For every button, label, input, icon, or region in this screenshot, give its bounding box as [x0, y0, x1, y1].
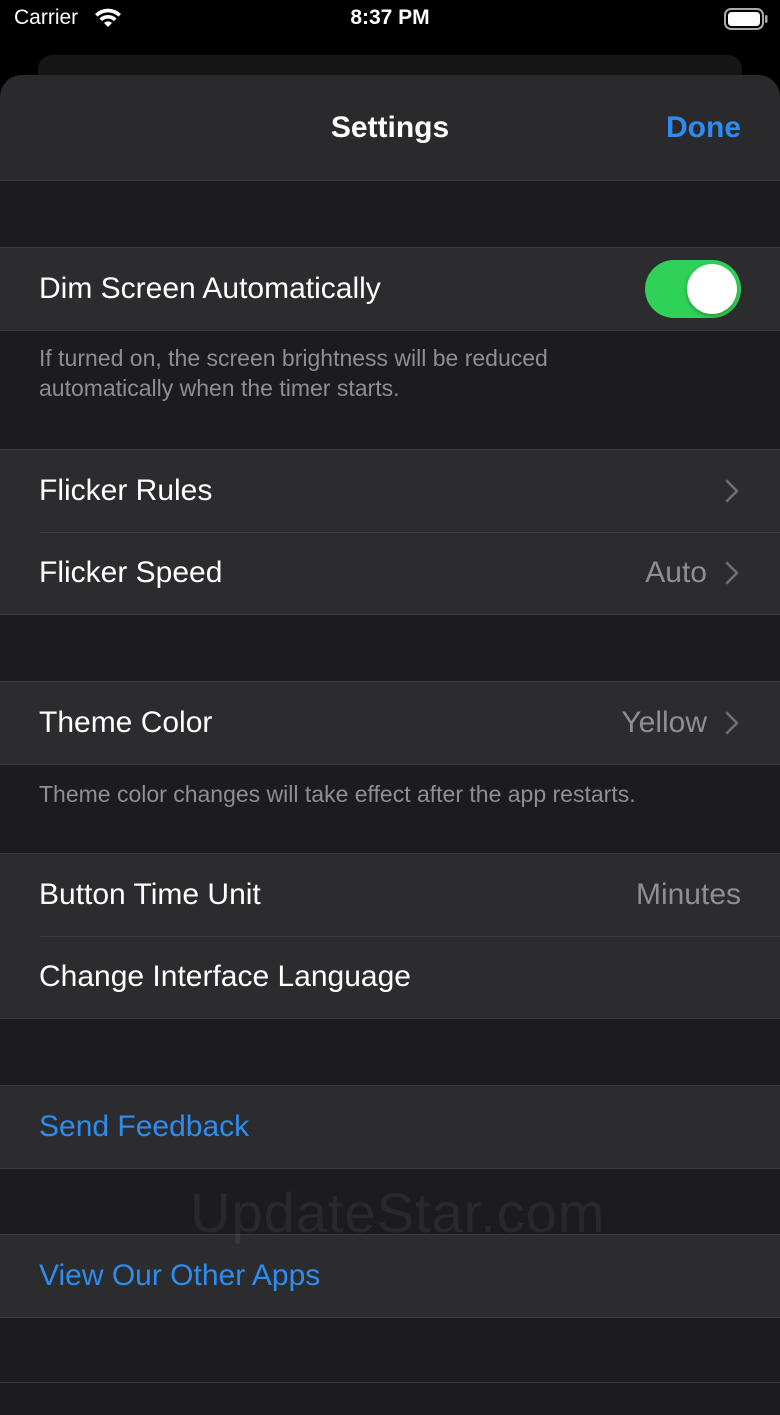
general-group: Button Time Unit Minutes Change Interfac… [0, 853, 780, 1019]
theme-color-row[interactable]: Theme Color Yellow [0, 682, 780, 764]
navigation-bar: Settings Done [0, 75, 780, 181]
chevron-right-icon [725, 711, 739, 735]
theme-footer: Theme color changes will take effect aft… [39, 781, 636, 807]
button-time-unit-value: Minutes [635, 878, 741, 911]
theme-color-label: Theme Color [39, 706, 213, 739]
send-feedback-row[interactable]: Send Feedback [0, 1086, 780, 1168]
dim-screen-footer: If turned on, the screen brightness will… [39, 343, 739, 403]
done-button[interactable]: Done [666, 111, 741, 145]
dim-screen-footer-line-1: If turned on, the screen brightness will… [39, 345, 548, 371]
flicker-speed-label: Flicker Speed [39, 556, 223, 589]
chevron-right-icon [725, 479, 739, 503]
button-time-unit-row[interactable]: Button Time Unit Minutes [0, 854, 780, 936]
other-apps-group: View Our Other Apps [0, 1234, 780, 1318]
battery-icon [724, 8, 768, 30]
dim-screen-footer-line-2: automatically when the timer starts. [39, 375, 400, 401]
other-apps-row[interactable]: View Our Other Apps [0, 1235, 780, 1317]
flicker-group: Flicker Rules Flicker Speed Auto [0, 449, 780, 615]
change-language-row[interactable]: Change Interface Language [0, 936, 780, 1018]
theme-color-value: Yellow [621, 706, 707, 739]
watermark: UpdateStar.com [190, 1181, 606, 1244]
status-time: 8:37 PM [350, 6, 430, 29]
dim-screen-label: Dim Screen Automatically [39, 272, 381, 305]
chevron-right-icon [725, 561, 739, 585]
change-language-label: Change Interface Language [39, 960, 411, 993]
flicker-speed-row[interactable]: Flicker Speed Auto [0, 532, 780, 614]
dim-screen-toggle[interactable] [645, 260, 741, 318]
flicker-rules-label: Flicker Rules [39, 474, 213, 507]
flicker-speed-value: Auto [645, 556, 707, 589]
view-other-apps-link[interactable]: View Our Other Apps [39, 1259, 741, 1293]
page-title: Settings [330, 111, 450, 144]
dim-screen-row: Dim Screen Automatically [0, 248, 780, 330]
send-feedback-link[interactable]: Send Feedback [39, 1110, 741, 1144]
toggle-knob [687, 264, 737, 314]
bottom-divider [0, 1382, 780, 1383]
flicker-rules-row[interactable]: Flicker Rules [0, 450, 780, 532]
status-bar: Carrier 8:37 PM [0, 0, 780, 40]
theme-group: Theme Color Yellow [0, 681, 780, 765]
dim-screen-group: Dim Screen Automatically [0, 247, 780, 331]
button-time-unit-label: Button Time Unit [39, 878, 261, 911]
feedback-group: Send Feedback [0, 1085, 780, 1169]
